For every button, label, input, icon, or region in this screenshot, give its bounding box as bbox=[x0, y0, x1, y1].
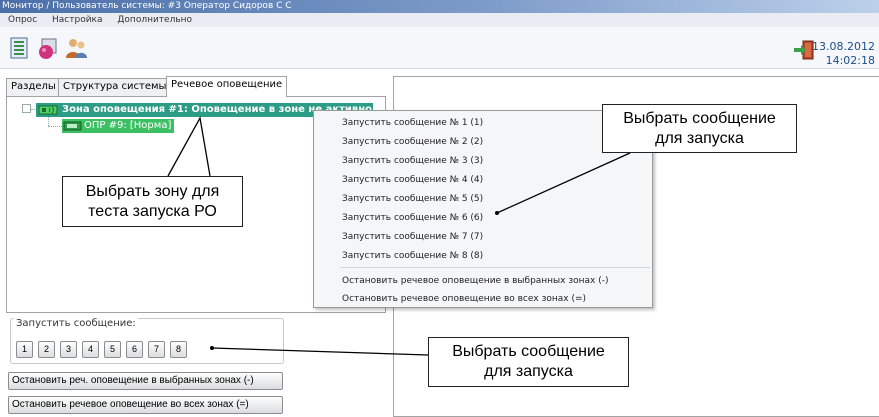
ctx-separator bbox=[340, 267, 650, 268]
ctx-item-message-4[interactable]: Запустить сообщение № 4 (4) bbox=[342, 174, 483, 186]
speaker-zone-icon bbox=[38, 105, 58, 115]
stop-selected-zones-button[interactable]: Остановить реч. оповещение в выбранных з… bbox=[8, 372, 283, 390]
device-opr-icon bbox=[63, 121, 82, 131]
menu-item-dopolnitelno[interactable]: Дополнительно bbox=[117, 15, 192, 25]
tab-rechevoe-opoveschenie[interactable]: Речевое оповещение bbox=[166, 76, 288, 97]
launch-message-label: Запустить сообщение: bbox=[14, 318, 138, 329]
users-icon[interactable] bbox=[64, 36, 88, 60]
ctx-item-message-6[interactable]: Запустить сообщение № 6 (6) bbox=[342, 212, 483, 224]
ctx-item-stop-all[interactable]: Остановить речевое оповещение во всех зо… bbox=[342, 293, 586, 305]
stop-all-zones-button[interactable]: Остановить речевое оповещение во всех зо… bbox=[8, 396, 283, 414]
ctx-item-message-1[interactable]: Запустить сообщение № 1 (1) bbox=[342, 117, 483, 129]
tree-expander[interactable] bbox=[22, 104, 31, 113]
callout-select-zone: Выбрать зону для теста запуска РО bbox=[62, 176, 243, 227]
menu-bar: Опрос Настройка Дополнительно bbox=[0, 13, 879, 27]
menu-item-opros[interactable]: Опрос bbox=[8, 15, 37, 25]
message-button-5[interactable]: 5 bbox=[104, 341, 121, 358]
devices-icon[interactable] bbox=[36, 36, 60, 60]
tab-struktura-sistemy[interactable]: Структура системы bbox=[58, 78, 172, 96]
ctx-item-message-8[interactable]: Запустить сообщение № 8 (8) bbox=[342, 250, 483, 262]
message-button-7[interactable]: 7 bbox=[148, 341, 165, 358]
callout-select-zone-line-2: теста запуска РО bbox=[88, 203, 217, 220]
callout-select-message-menu-line-2: для запуска bbox=[655, 130, 744, 147]
ctx-item-message-3[interactable]: Запустить сообщение № 3 (3) bbox=[342, 155, 483, 167]
menu-item-nastroyka[interactable]: Настройка bbox=[52, 15, 103, 25]
callout-select-message-buttons-line-2: для запуска bbox=[484, 363, 573, 380]
window-title: Монитор / Пользователь системы: #3 Опера… bbox=[0, 0, 879, 13]
tab-razdely[interactable]: Разделы bbox=[6, 78, 61, 96]
tree-connector bbox=[48, 126, 62, 127]
message-button-1[interactable]: 1 bbox=[16, 341, 33, 358]
current-time: 14:02:18 bbox=[825, 54, 875, 67]
message-button-8[interactable]: 8 bbox=[170, 341, 187, 358]
current-date: 13.08.2012 bbox=[812, 40, 875, 53]
ctx-item-stop-selected[interactable]: Остановить речевое оповещение в выбранны… bbox=[342, 275, 609, 287]
message-button-3[interactable]: 3 bbox=[60, 341, 77, 358]
toolbar: 13.08.2012 14:02:18 bbox=[0, 27, 879, 69]
list-icon[interactable] bbox=[8, 36, 32, 60]
ctx-item-message-7[interactable]: Запустить сообщение № 7 (7) bbox=[342, 231, 483, 243]
ctx-item-message-2[interactable]: Запустить сообщение № 2 (2) bbox=[342, 136, 483, 148]
tree-connector bbox=[48, 117, 49, 126]
opr-label: ОПР #9: [Норма] bbox=[84, 120, 172, 131]
ctx-item-message-5[interactable]: Запустить сообщение № 5 (5) bbox=[342, 193, 483, 205]
message-button-4[interactable]: 4 bbox=[82, 341, 99, 358]
callout-select-message-menu-line-1: Выбрать сообщение bbox=[623, 110, 776, 127]
callout-select-message-menu: Выбрать сообщение для запуска bbox=[602, 104, 797, 153]
callout-select-message-buttons: Выбрать сообщение для запуска bbox=[428, 337, 629, 387]
callout-select-zone-line-1: Выбрать зону для bbox=[85, 183, 220, 200]
message-button-6[interactable]: 6 bbox=[126, 341, 143, 358]
callout-select-message-buttons-line-1: Выбрать сообщение bbox=[452, 343, 605, 360]
message-button-2[interactable]: 2 bbox=[38, 341, 55, 358]
